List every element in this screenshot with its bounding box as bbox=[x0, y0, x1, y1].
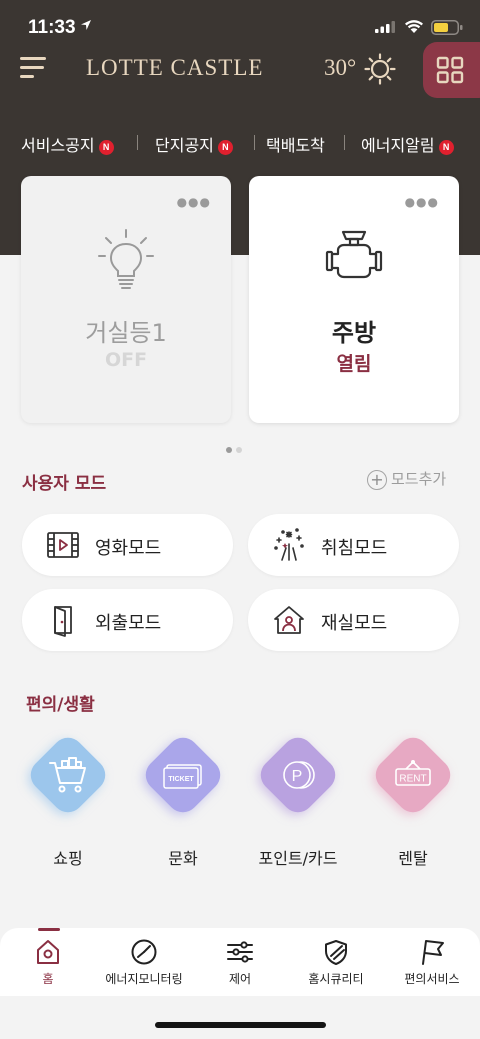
notice-label: 서비스공지 bbox=[21, 136, 95, 155]
nav-label: 에너지모니터링 bbox=[105, 972, 183, 986]
nav-home-security[interactable]: 홈시큐리티 bbox=[288, 928, 384, 996]
nav-energy-monitoring[interactable]: 에너지모니터링 bbox=[96, 928, 192, 996]
device-name: 거실등1 bbox=[85, 319, 167, 347]
hamburger-menu-button[interactable] bbox=[20, 57, 46, 79]
device-state: OFF bbox=[104, 349, 148, 371]
service-rental[interactable]: RENT 렌탈 bbox=[366, 731, 460, 868]
location-arrow-icon bbox=[81, 20, 91, 30]
ticket-text: TICKET bbox=[168, 776, 194, 783]
pager-dot-active bbox=[226, 447, 232, 453]
door-icon bbox=[54, 606, 72, 637]
card-pager bbox=[226, 438, 246, 457]
home-indicator[interactable] bbox=[155, 1022, 326, 1028]
device-name: 주방 bbox=[331, 319, 377, 347]
notice-label: 에너지알림 bbox=[361, 136, 435, 155]
add-mode-button[interactable]: + 모드추가 bbox=[367, 468, 446, 490]
notice-bar: 서비스공지 N 단지공지 N 택배도착 에너지알림 N bbox=[0, 128, 480, 158]
service-tile: RENT bbox=[369, 731, 457, 819]
service-tile: TICKET bbox=[139, 731, 227, 819]
more-options-icon[interactable]: ●●● bbox=[405, 196, 439, 208]
nav-control[interactable]: 제어 bbox=[192, 928, 288, 996]
service-shopping[interactable]: 쇼핑 bbox=[21, 731, 115, 868]
notice-service[interactable]: 서비스공지 N bbox=[21, 132, 114, 156]
service-label: 렌탈 bbox=[398, 849, 428, 868]
user-mode-title: 사용자 모드 bbox=[22, 474, 107, 494]
nav-label: 홈 bbox=[42, 972, 54, 986]
nav-convenience-service[interactable]: 편의서비스 bbox=[384, 928, 480, 996]
service-label: 포인트/카드 bbox=[258, 849, 338, 868]
service-label: 문화 bbox=[168, 849, 198, 868]
sun-icon bbox=[364, 53, 396, 85]
app-title: LOTTE CASTLE bbox=[86, 55, 264, 80]
shield-icon bbox=[325, 940, 347, 965]
device-card-light[interactable]: ●●● 거실등1 OFF bbox=[21, 176, 231, 423]
service-culture[interactable]: TICKET 문화 bbox=[136, 731, 230, 868]
notice-label: 택배도착 bbox=[266, 136, 325, 155]
notice-divider bbox=[137, 135, 138, 150]
flag-icon bbox=[422, 940, 444, 965]
notice-divider bbox=[254, 135, 255, 150]
mode-label: 취침모드 bbox=[321, 538, 388, 559]
battery-icon bbox=[431, 20, 463, 35]
more-options-icon[interactable]: ●●● bbox=[177, 196, 211, 208]
menu-line bbox=[20, 75, 34, 78]
menu-line bbox=[20, 66, 44, 69]
device-card-gas[interactable]: ●●● 주방 열림 bbox=[249, 176, 459, 423]
mode-label: 영화모드 bbox=[95, 538, 162, 559]
fireworks-icon bbox=[274, 528, 304, 561]
status-time: 11:33 bbox=[28, 17, 76, 38]
notice-label: 단지공지 bbox=[155, 136, 214, 155]
shopping-cart-icon bbox=[49, 757, 86, 793]
status-bar: 11:33 bbox=[0, 0, 480, 44]
grid-icon bbox=[436, 56, 464, 84]
rent-text: RENT bbox=[399, 774, 426, 785]
mode-away-button[interactable]: 외출모드 bbox=[22, 589, 233, 651]
notice-divider bbox=[344, 135, 345, 150]
nav-home[interactable]: 홈 bbox=[0, 928, 96, 996]
mode-label: 재실모드 bbox=[321, 613, 388, 634]
service-tile: P bbox=[254, 731, 342, 819]
rent-sign-icon: RENT bbox=[395, 760, 431, 786]
gas-valve-icon bbox=[325, 230, 383, 279]
notice-delivery[interactable]: 택배도착 bbox=[266, 132, 325, 156]
cellular-signal-icon bbox=[375, 21, 395, 33]
bottom-navigation: 홈 에너지모니터링 제어 홈시큐리티 편의서비스 bbox=[0, 928, 480, 996]
point-text: P bbox=[292, 768, 303, 785]
device-state: 열림 bbox=[336, 353, 372, 375]
services-title: 편의/생활 bbox=[26, 695, 95, 715]
sliders-icon bbox=[227, 941, 253, 963]
home-icon bbox=[37, 940, 59, 964]
mode-sleep-button[interactable]: 취침모드 bbox=[248, 514, 459, 576]
notice-energy[interactable]: 에너지알림 N bbox=[361, 132, 454, 156]
film-icon bbox=[47, 532, 79, 558]
mode-label: 외출모드 bbox=[95, 613, 162, 634]
point-coin-icon: P bbox=[283, 761, 315, 789]
new-badge: N bbox=[438, 140, 454, 155]
service-tile bbox=[24, 731, 112, 819]
service-point-card[interactable]: P 포인트/카드 bbox=[251, 731, 345, 868]
plus-circle-icon: + bbox=[367, 469, 387, 490]
mode-movie-button[interactable]: 영화모드 bbox=[22, 514, 233, 576]
home-indicator-area bbox=[0, 996, 480, 1039]
nav-label: 제어 bbox=[228, 972, 252, 986]
temperature-label: 30° bbox=[324, 55, 357, 80]
pager-dot bbox=[236, 447, 242, 453]
menu-line bbox=[20, 57, 46, 60]
add-mode-label: 모드추가 bbox=[391, 470, 447, 488]
nav-label: 홈시큐리티 bbox=[308, 972, 364, 986]
new-badge: N bbox=[98, 140, 114, 155]
new-badge: N bbox=[217, 140, 233, 155]
service-label: 쇼핑 bbox=[53, 849, 83, 868]
notice-complex[interactable]: 단지공지 N bbox=[155, 132, 233, 156]
nav-label: 편의서비스 bbox=[404, 972, 460, 986]
all-menu-grid-button[interactable] bbox=[423, 42, 480, 98]
home-person-icon bbox=[274, 606, 304, 634]
mode-home-button[interactable]: 재실모드 bbox=[248, 589, 459, 651]
gauge-icon bbox=[131, 939, 157, 965]
light-bulb-icon bbox=[98, 229, 154, 289]
ticket-icon: TICKET bbox=[163, 764, 202, 789]
wifi-icon bbox=[405, 20, 423, 33]
